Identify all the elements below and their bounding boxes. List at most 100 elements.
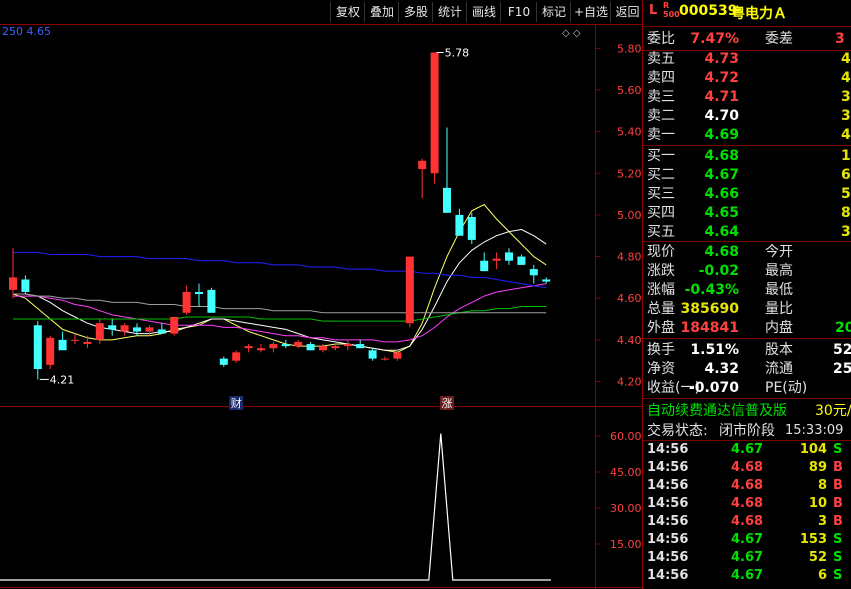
tick-price: 4.68 <box>731 496 764 511</box>
candle-body <box>467 217 476 240</box>
fundamental-row: 换手 1.51% 股本 52 <box>643 341 851 359</box>
candle-body <box>529 269 538 276</box>
candle <box>182 285 191 315</box>
ma-line-1 <box>12 203 547 353</box>
trade-tick-row: 14:56 4.68 89 B <box>643 459 851 477</box>
tick-side: S <box>833 532 843 547</box>
tick-volume: 6 <box>817 568 827 583</box>
stat-label-2: 最高 <box>765 263 793 279</box>
r500-icon: R 500 <box>663 1 680 19</box>
tick-time: 14:56 <box>647 442 689 457</box>
tick-side: S <box>833 568 843 583</box>
bid-price: 4.66 <box>704 186 739 202</box>
status-time: 15:33:09 <box>785 423 844 438</box>
rise-marker[interactable]: 涨 <box>442 397 453 410</box>
promo-price[interactable]: 30元/ <box>815 402 851 420</box>
promo-text[interactable]: 自动续费通达信普及版 <box>647 402 787 420</box>
ask-row: 卖二 4.70 3 <box>643 107 851 125</box>
fundamental-label-2: 股本 <box>765 342 793 358</box>
status-label: 交易状态: <box>647 423 708 439</box>
stat-label-2: 内盘 <box>765 320 793 336</box>
chart-settings-icon[interactable]: ◇ ◇ <box>562 28 581 39</box>
trade-tick-row: 14:56 4.67 153 S <box>643 531 851 549</box>
trade-tick-row: 14:56 4.68 3 B <box>643 513 851 531</box>
stat-value: 4.68 <box>704 244 739 260</box>
tick-volume: 3 <box>817 514 827 529</box>
bid-label: 买四 <box>647 205 675 221</box>
candle-body <box>480 260 489 272</box>
candle <box>244 344 253 353</box>
candle <box>381 356 389 361</box>
candle-body <box>33 325 42 370</box>
bid-label: 买三 <box>647 186 675 202</box>
candle-body <box>343 344 352 347</box>
price-tick-label: 5.00 <box>617 209 642 222</box>
candle <box>83 335 92 349</box>
ask-label: 卖四 <box>647 70 675 86</box>
bid-volume: 6 <box>841 167 851 183</box>
status-value: 闭市阶段 <box>719 423 775 439</box>
ask-volume: 4 <box>841 127 851 143</box>
bid-row: 买四 4.65 8 <box>643 204 851 222</box>
candle-body <box>306 344 315 351</box>
tick-time: 14:56 <box>647 460 689 475</box>
trade-tick-row: 14:56 4.67 104 S <box>643 441 851 459</box>
stat-row: 总量 385690 量比 <box>643 300 851 318</box>
candle <box>480 252 489 272</box>
candle-body <box>120 325 129 332</box>
bid-volume: 1 <box>841 148 851 164</box>
candle-body <box>393 352 402 359</box>
stat-value: -0.02 <box>698 263 739 279</box>
stat-row: 涨跌 -0.02 最高 <box>643 262 851 280</box>
promo-row[interactable]: 自动续费通达信普及版 30元/ <box>643 402 851 420</box>
candle <box>306 341 315 351</box>
candle-body <box>542 279 551 282</box>
fundamental-label-2: PE(动) <box>765 380 808 396</box>
candle <box>517 254 526 265</box>
candle-body <box>505 252 513 261</box>
ma-line-2 <box>13 228 547 351</box>
stat-label: 总量 <box>647 301 675 317</box>
finance-marker[interactable]: 财 <box>231 396 242 410</box>
candle <box>71 333 79 345</box>
fundamental-label-2: 流通 <box>765 361 793 377</box>
bid-price: 4.65 <box>704 205 739 221</box>
candle <box>108 319 117 336</box>
tick-volume: 10 <box>808 496 827 511</box>
fundamental-value-2: 25 <box>833 361 851 377</box>
stock-code: 000539 <box>679 3 738 19</box>
candle <box>505 248 513 265</box>
candle <box>9 248 17 299</box>
ask-price: 4.72 <box>704 70 739 86</box>
candle <box>21 275 30 295</box>
candle-body <box>145 327 154 332</box>
ask-price: 4.73 <box>704 51 739 67</box>
candle-body <box>21 279 30 292</box>
candle <box>120 323 129 336</box>
tick-side: B <box>833 514 843 529</box>
candle-body <box>418 160 427 170</box>
bid-price: 4.64 <box>704 224 739 240</box>
stock-header: L R 500 000539 粤电力Ａ <box>643 1 851 23</box>
candle <box>368 348 377 361</box>
tick-side: S <box>833 550 843 565</box>
candle-body <box>170 316 179 334</box>
ask-label: 卖一 <box>647 127 675 143</box>
candle-body <box>430 52 439 174</box>
candle-body <box>133 327 141 332</box>
l2-icon: L <box>649 3 658 18</box>
indicator-tick-label: 45.00 <box>610 466 642 479</box>
stat-label: 涨跌 <box>647 263 675 279</box>
fundamental-label: 换手 <box>647 342 675 358</box>
indicator-tick-label: 15.00 <box>610 538 642 551</box>
trade-tick-row: 14:56 4.67 6 S <box>643 567 851 585</box>
bid-price: 4.68 <box>704 148 739 164</box>
stat-label: 涨幅 <box>647 282 675 298</box>
price-tick-label: 5.80 <box>617 42 642 55</box>
candle-body <box>257 348 265 351</box>
bid-row: 买三 4.66 5 <box>643 185 851 203</box>
tick-side: B <box>833 478 843 493</box>
bid-volume: 3 <box>841 224 851 240</box>
kline-chart[interactable]: 250 4.65 ◇ ◇ 5.80 5.60 5.40 5.20 5.00 4.80 4.6… <box>0 0 643 589</box>
ask-label: 卖五 <box>647 51 675 67</box>
